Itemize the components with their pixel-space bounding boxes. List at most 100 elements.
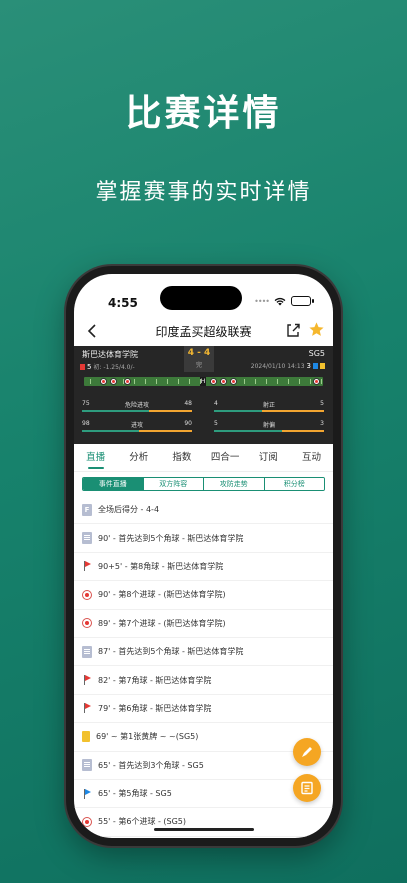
- document-icon: [82, 645, 92, 658]
- stat-shots-on-target: 4 射正 5: [214, 400, 324, 422]
- timeline-goal-icon: [230, 378, 237, 385]
- timeline-goal-icon: [220, 378, 227, 385]
- yellow-card-icon: [82, 731, 90, 743]
- note-icon: [301, 781, 313, 795]
- stat-attack: 98 进攻 90: [82, 420, 192, 442]
- phone-screen: 4:55 •••• 印度孟买超级联赛 斯巴达体育学院 SG5 4 - 4 完 5…: [74, 274, 333, 838]
- list-item[interactable]: 90+5' - 第8角球 - 斯巴达体育学院: [74, 553, 333, 582]
- document-icon: [82, 759, 92, 772]
- timeline-tick: [277, 379, 278, 384]
- status-icons: ••••: [254, 296, 314, 306]
- sub-tabs: 事件直播 双方阵容 攻防走势 积分榜: [82, 477, 325, 491]
- event-text: 全场后得分 - 4-4: [98, 505, 160, 515]
- status-bar: 4:55 ••••: [74, 274, 333, 316]
- match-score: 4 - 4: [187, 348, 211, 358]
- timeline-tick: [299, 379, 300, 384]
- stat-label: 危险进攻: [124, 402, 149, 409]
- home-team-name[interactable]: 斯巴达体育学院: [82, 349, 138, 360]
- event-text: 90' - 第8个进球 - (斯巴达体育学院): [98, 590, 226, 600]
- timeline-tick: [310, 379, 311, 384]
- tab-subscribe[interactable]: 订阅: [247, 444, 290, 471]
- share-icon[interactable]: [285, 322, 301, 338]
- subtab-event-live[interactable]: 事件直播: [83, 478, 144, 490]
- notes-button[interactable]: [293, 774, 321, 802]
- timeline-goal-icon: [110, 378, 117, 385]
- event-text: 82' - 第7角球 - 斯巴达体育学院: [98, 675, 212, 685]
- home-corner-count: 5: [87, 362, 92, 371]
- stat-right-value: 3: [320, 420, 324, 427]
- wifi-icon: [274, 297, 286, 306]
- timeline-goal-icon: [210, 378, 217, 385]
- corner-flag-red-icon: [82, 560, 92, 572]
- dynamic-island: [160, 286, 242, 310]
- tab-index[interactable]: 指数: [160, 444, 203, 471]
- timeline-tick: [244, 379, 245, 384]
- list-item[interactable]: F 全场后得分 - 4-4: [74, 496, 333, 525]
- event-text: 79' - 第6角球 - 斯巴达体育学院: [98, 703, 212, 713]
- corner-flag-blue-icon: [313, 363, 318, 369]
- home-indicator[interactable]: [154, 828, 254, 831]
- match-status: 完: [195, 362, 202, 369]
- stat-label: 进攻: [130, 422, 143, 429]
- event-text: 90' - 首先达到5个角球 - 斯巴达体育学院: [98, 533, 244, 543]
- phone-frame: 4:55 •••• 印度孟买超级联赛 斯巴达体育学院 SG5 4 - 4 完 5…: [66, 266, 341, 846]
- stat-bar-home: [82, 430, 140, 432]
- corner-flag-red-icon: [80, 363, 85, 370]
- timeline-tick: [90, 379, 91, 384]
- timeline-tick: [156, 379, 157, 384]
- list-item[interactable]: 89' - 第7个进球 - (斯巴达体育学院): [74, 610, 333, 638]
- timeline-tick: [200, 379, 201, 384]
- timeline-tick: [288, 379, 289, 384]
- signal-icon: ••••: [254, 296, 270, 306]
- event-text: 69' ~ 第1张黄牌 ~ ~(SG5): [96, 732, 199, 742]
- tab-interact[interactable]: 互动: [290, 444, 333, 471]
- stat-bar-home: [82, 410, 150, 412]
- list-item[interactable]: 90' - 首先达到5个角球 - 斯巴达体育学院: [74, 524, 333, 553]
- list-item[interactable]: 55' - 第6个进球 - (SG5): [74, 808, 333, 837]
- tab-analysis[interactable]: 分析: [117, 444, 160, 471]
- hero-title: 比赛详情: [125, 93, 282, 134]
- timeline-tick: [321, 379, 322, 384]
- subtab-lineups[interactable]: 双方阵容: [143, 478, 204, 490]
- stat-bar-away: [282, 430, 324, 432]
- tab-live[interactable]: 直播: [74, 444, 117, 471]
- timeline-goal-icon: [124, 378, 131, 385]
- timeline-goal-icon: [100, 378, 107, 385]
- stat-right-value: 48: [184, 400, 192, 407]
- stat-right-value: 5: [320, 400, 324, 407]
- event-text: 55' - 第6个进球 - (SG5): [98, 817, 187, 827]
- list-item[interactable]: 87' - 首先达到5个角球 - 斯巴达体育学院: [74, 638, 333, 667]
- timeline-tick: [189, 379, 190, 384]
- stat-shots-off-target: 5 射偏 3: [214, 420, 324, 442]
- subtab-attack-trend[interactable]: 攻防走势: [204, 478, 265, 490]
- timeline-tick: [167, 379, 168, 384]
- subtab-standings[interactable]: 积分榜: [264, 478, 324, 490]
- hero-subtitle: 掌握赛事的实时详情: [95, 180, 312, 205]
- goal-ball-icon: [82, 589, 92, 600]
- odds-text: 初: -1.25/4.0/-: [93, 364, 135, 371]
- timeline-tick: [255, 379, 256, 384]
- favorite-star-icon[interactable]: [308, 321, 325, 338]
- list-item[interactable]: 90' - 第8个进球 - (斯巴达体育学院): [74, 581, 333, 610]
- nav-bar: 印度孟买超级联赛: [74, 316, 333, 346]
- goal-ball-icon: [82, 816, 92, 827]
- match-timeline: H: [84, 377, 323, 386]
- corner-flag-red-icon: [82, 674, 92, 686]
- back-chevron-icon[interactable]: [84, 322, 102, 340]
- away-corner-count: 3: [306, 362, 311, 370]
- event-text: 89' - 第7个进球 - (斯巴达体育学院): [98, 618, 226, 628]
- tab-four-in-one[interactable]: 四合一: [204, 444, 247, 471]
- document-icon: [82, 532, 92, 545]
- match-datetime: 2024/01/10 14:13: [250, 362, 305, 370]
- event-text: 65' - 首先达到3个角球 - SG5: [98, 760, 204, 770]
- compose-button[interactable]: [293, 738, 321, 766]
- list-item[interactable]: 82' - 第7角球 - 斯巴达体育学院: [74, 666, 333, 695]
- pen-icon: [302, 747, 312, 757]
- stat-bar-away: [262, 410, 324, 412]
- event-text: 87' - 首先达到5个角球 - 斯巴达体育学院: [98, 647, 244, 657]
- league-title: 印度孟买超级联赛: [155, 324, 252, 339]
- stat-right-value: 90: [184, 420, 192, 427]
- away-team-name[interactable]: SG5: [309, 349, 325, 358]
- list-item[interactable]: 79' - 第6角球 - 斯巴达体育学院: [74, 695, 333, 724]
- stat-bar-home: [214, 410, 263, 412]
